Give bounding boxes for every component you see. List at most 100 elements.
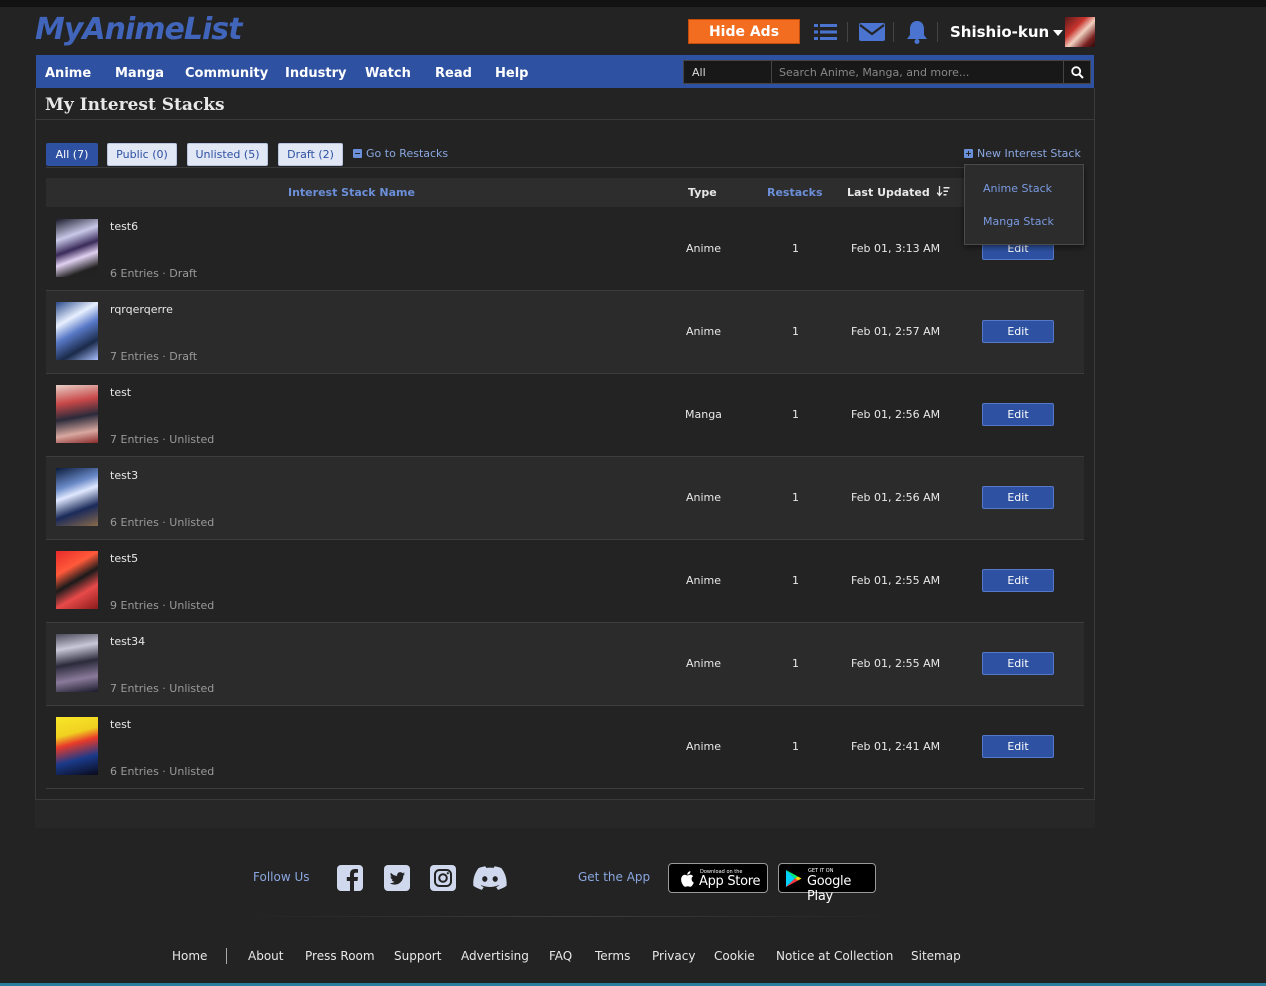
header-restacks[interactable]: Restacks — [767, 186, 823, 199]
stack-meta: 6 Entries · Unlisted — [110, 765, 215, 778]
plus-icon — [964, 149, 973, 158]
hide-ads-button[interactable]: Hide Ads — [688, 19, 800, 44]
header-type[interactable]: Type — [688, 186, 717, 199]
get-the-app-label: Get the App — [578, 870, 651, 884]
google-play-button[interactable]: GET IT ON Google Play — [778, 863, 876, 904]
stack-name[interactable]: test3 — [110, 469, 138, 482]
discord-icon[interactable] — [472, 864, 508, 892]
manga-stack-option[interactable]: Manga Stack — [983, 215, 1054, 228]
header-divider — [893, 22, 894, 42]
edit-button[interactable]: Edit — [982, 652, 1054, 675]
footer-link-advertising[interactable]: Advertising — [461, 949, 529, 963]
top-strip — [0, 0, 1266, 7]
header-divider — [937, 22, 938, 42]
nav-manga[interactable]: Manga — [115, 66, 164, 81]
footer-link-faq[interactable]: FAQ — [549, 949, 572, 963]
footer-link-about[interactable]: About — [248, 949, 283, 963]
footer-link-cookie[interactable]: Cookie — [714, 949, 755, 963]
stack-updated: Feb 01, 2:57 AM — [851, 325, 941, 338]
stack-type: Manga — [685, 408, 722, 421]
footer-link-support[interactable]: Support — [394, 949, 441, 963]
user-menu[interactable]: Shishio-kun — [950, 23, 1064, 41]
stack-type: Anime — [686, 242, 722, 255]
search-button[interactable] — [1063, 61, 1090, 83]
bell-icon[interactable] — [903, 19, 931, 45]
stack-meta: 6 Entries · Unlisted — [110, 516, 215, 529]
follow-us-label: Follow Us — [253, 870, 310, 884]
nav-industry[interactable]: Industry — [285, 66, 347, 81]
new-interest-stack-button[interactable]: New Interest Stack — [964, 147, 1081, 160]
nav-help[interactable]: Help — [495, 66, 528, 81]
stack-name[interactable]: test5 — [110, 552, 138, 565]
nav-anime[interactable]: Anime — [45, 66, 91, 81]
tab-public[interactable]: Public (0) — [107, 143, 177, 166]
stack-updated: Feb 01, 2:56 AM — [851, 408, 941, 421]
stack-restacks: 1 — [792, 491, 799, 504]
stack-name[interactable]: test34 — [110, 635, 145, 648]
list-icon[interactable] — [812, 19, 840, 45]
caret-down-icon — [1053, 29, 1064, 36]
avatar[interactable] — [1065, 17, 1095, 47]
stack-restacks: 1 — [792, 325, 799, 338]
username: Shishio-kun — [950, 23, 1050, 41]
edit-button[interactable]: Edit — [982, 486, 1054, 509]
nav-community[interactable]: Community — [185, 66, 268, 81]
edit-button[interactable]: Edit — [982, 320, 1054, 343]
instagram-icon[interactable] — [429, 864, 457, 892]
search-type-select[interactable]: All — [684, 61, 772, 83]
footer-link-notice-at-collection[interactable]: Notice at Collection — [776, 949, 893, 963]
search-input[interactable] — [773, 61, 1075, 83]
stack-cover-image[interactable] — [56, 468, 98, 526]
app-store-button[interactable]: Download on the App Store — [668, 863, 768, 893]
table-row: test6 6 Entries · Draft Anime 1 Feb 01, … — [46, 208, 1084, 291]
stack-name[interactable]: test — [110, 718, 131, 731]
stack-cover-image[interactable] — [56, 385, 98, 443]
stack-meta: 7 Entries · Unlisted — [110, 433, 215, 446]
divider — [46, 167, 1084, 168]
stack-meta: 9 Entries · Unlisted — [110, 599, 215, 612]
footer-link-press-room[interactable]: Press Room — [305, 949, 375, 963]
tab-draft[interactable]: Draft (2) — [278, 143, 343, 166]
divider — [240, 916, 900, 917]
stack-restacks: 1 — [792, 574, 799, 587]
stack-type: Anime — [686, 657, 722, 670]
stack-updated: Feb 01, 2:41 AM — [851, 740, 941, 753]
facebook-icon[interactable] — [336, 864, 364, 892]
table-row: test3 6 Entries · Unlisted Anime 1 Feb 0… — [46, 457, 1084, 540]
twitter-icon[interactable] — [383, 864, 411, 892]
stack-type: Anime — [686, 574, 722, 587]
edit-button[interactable]: Edit — [982, 735, 1054, 758]
footer-link-home[interactable]: Home — [172, 949, 207, 963]
stack-name[interactable]: rqrqerqerre — [110, 303, 173, 316]
stack-cover-image[interactable] — [56, 551, 98, 609]
stack-cover-image[interactable] — [56, 634, 98, 692]
stack-cover-image[interactable] — [56, 219, 98, 277]
nav-read[interactable]: Read — [435, 66, 472, 81]
footer-link-privacy[interactable]: Privacy — [652, 949, 695, 963]
table-header: Interest Stack Name Type Restacks Last U… — [46, 178, 1084, 207]
new-stack-dropdown: Anime Stack Manga Stack — [964, 164, 1084, 245]
external-link-icon — [353, 149, 362, 158]
header-last-updated[interactable]: Last Updated — [847, 186, 950, 199]
stack-meta: 6 Entries · Draft — [110, 267, 198, 280]
site-logo[interactable]: MyAnimeList — [35, 12, 242, 47]
anime-stack-option[interactable]: Anime Stack — [983, 182, 1052, 195]
stack-restacks: 1 — [792, 408, 799, 421]
header-stack-name[interactable]: Interest Stack Name — [288, 186, 415, 199]
stack-name[interactable]: test6 — [110, 220, 138, 233]
edit-button[interactable]: Edit — [982, 569, 1054, 592]
stack-cover-image[interactable] — [56, 717, 98, 775]
header-last-updated-label: Last Updated — [847, 186, 930, 199]
stack-cover-image[interactable] — [56, 302, 98, 360]
stack-updated: Feb 01, 2:55 AM — [851, 657, 941, 670]
stack-name[interactable]: test — [110, 386, 131, 399]
footer-link-terms[interactable]: Terms — [595, 949, 630, 963]
tab-all[interactable]: All (7) — [46, 143, 98, 166]
stack-type: Anime — [686, 491, 722, 504]
go-to-restacks-link[interactable]: Go to Restacks — [353, 147, 448, 160]
edit-button[interactable]: Edit — [982, 403, 1054, 426]
tab-unlisted[interactable]: Unlisted (5) — [187, 143, 268, 166]
nav-watch[interactable]: Watch — [365, 66, 411, 81]
footer-link-sitemap[interactable]: Sitemap — [911, 949, 961, 963]
mail-icon[interactable] — [858, 19, 886, 45]
